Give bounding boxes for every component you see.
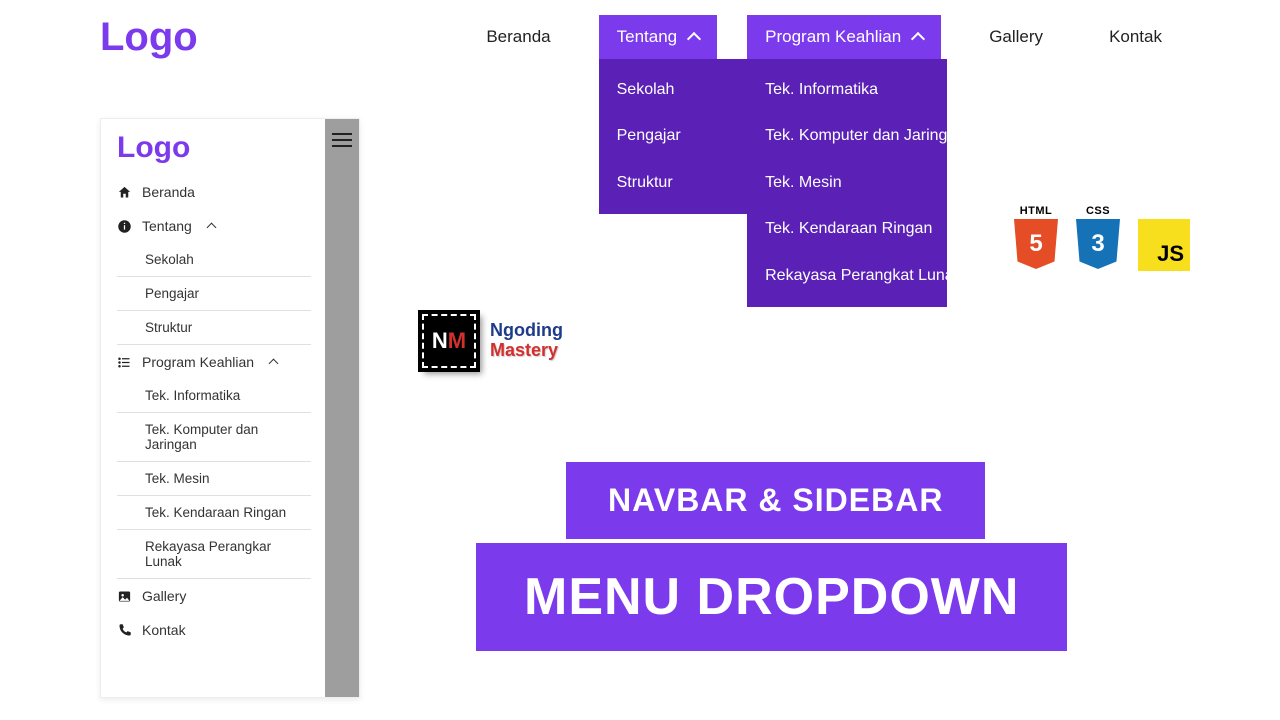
sidebar-logo[interactable]: Logo xyxy=(117,131,343,165)
css-shield-icon: 3 xyxy=(1076,219,1120,269)
dropdown-item[interactable]: Tek. Kendaraan Ringan xyxy=(747,206,947,252)
chevron-up-icon xyxy=(687,32,701,46)
sidebar-item-label: Beranda xyxy=(142,184,195,200)
list-icon xyxy=(117,355,132,370)
info-icon xyxy=(117,219,132,234)
chevron-up-icon xyxy=(269,359,279,369)
channel-text: Ngoding Mastery xyxy=(490,321,563,361)
sidebar-item-label: Kontak xyxy=(142,622,186,638)
sidebar-item-label: Gallery xyxy=(142,588,186,604)
headline-small: NAVBAR & SIDEBAR xyxy=(566,462,985,539)
dropdown-item[interactable]: Sekolah xyxy=(599,67,749,113)
sidebar-sub-item[interactable]: Tek. Informatika xyxy=(117,379,311,413)
tech-html-caption: HTML xyxy=(1020,205,1053,217)
channel-badge: NM Ngoding Mastery xyxy=(420,312,563,370)
dropdown-program: Tek. Informatika Tek. Komputer dan Jarin… xyxy=(747,59,947,307)
sidebar-item-program[interactable]: Program Keahlian xyxy=(117,345,311,379)
sidebar-item-tentang[interactable]: Tentang xyxy=(117,209,311,243)
dropdown-item[interactable]: Rekayasa Perangkat Lunak xyxy=(747,253,947,299)
nav-tentang-label: Tentang xyxy=(617,27,678,47)
nav-tentang[interactable]: Tentang Sekolah Pengajar Struktur xyxy=(599,15,718,59)
dropdown-item[interactable]: Tek. Komputer dan Jaringan xyxy=(747,113,947,159)
tech-css-caption: CSS xyxy=(1086,205,1110,217)
sidebar-item-kontak[interactable]: Kontak xyxy=(117,613,311,647)
dropdown-tentang: Sekolah Pengajar Struktur xyxy=(599,59,749,214)
phone-icon xyxy=(117,623,132,638)
nav-gallery-label: Gallery xyxy=(989,27,1043,46)
sidebar-sub-item[interactable]: Rekayasa Perangkar Lunak xyxy=(117,530,311,579)
channel-mark-m: M xyxy=(448,328,466,354)
nav-program[interactable]: Program Keahlian Tek. Informatika Tek. K… xyxy=(747,15,941,59)
sidebar-panel: Logo Beranda Tentang Sekolah Pengajar St… xyxy=(100,118,360,698)
nav-beranda[interactable]: Beranda xyxy=(468,15,568,59)
nav-kontak-label: Kontak xyxy=(1109,27,1162,46)
sidebar-list: Beranda Tentang Sekolah Pengajar Struktu… xyxy=(101,171,311,647)
nav-beranda-label: Beranda xyxy=(486,27,550,46)
sidebar-item-beranda[interactable]: Beranda xyxy=(117,175,311,209)
js-box-icon: JS xyxy=(1138,219,1190,271)
navbar-logo[interactable]: Logo xyxy=(100,15,198,60)
nav-kontak[interactable]: Kontak xyxy=(1091,15,1180,59)
navbar: Logo Beranda Tentang Sekolah Pengajar St… xyxy=(100,15,1180,60)
sidebar-sub-item[interactable]: Struktur xyxy=(117,311,311,345)
nav-gallery[interactable]: Gallery xyxy=(971,15,1061,59)
sidebar-sub-item[interactable]: Tek. Komputer dan Jaringan xyxy=(117,413,311,462)
sidebar-sub-item[interactable]: Pengajar xyxy=(117,277,311,311)
channel-mark-n: N xyxy=(432,328,448,354)
tech-js-caption xyxy=(1162,205,1166,217)
channel-line2: Mastery xyxy=(490,341,563,361)
sidebar-sub-item[interactable]: Tek. Kendaraan Ringan xyxy=(117,496,311,530)
tech-css: CSS 3 xyxy=(1076,205,1120,269)
home-icon xyxy=(117,185,132,200)
dropdown-item[interactable]: Tek. Mesin xyxy=(747,160,947,206)
sidebar-sub-item[interactable]: Tek. Mesin xyxy=(117,462,311,496)
sidebar-item-label: Program Keahlian xyxy=(142,354,254,370)
sidebar-sub-item[interactable]: Sekolah xyxy=(117,243,311,277)
image-icon xyxy=(117,589,132,604)
dropdown-item[interactable]: Struktur xyxy=(599,160,749,206)
sidebar-item-label: Tentang xyxy=(142,218,192,234)
headline-large: MENU DROPDOWN xyxy=(476,543,1067,651)
tech-html: HTML 5 xyxy=(1014,205,1058,269)
nav-program-label: Program Keahlian xyxy=(765,27,901,47)
html-shield-icon: 5 xyxy=(1014,219,1058,269)
navbar-menu: Beranda Tentang Sekolah Pengajar Struktu… xyxy=(468,15,1180,59)
tech-js: JS xyxy=(1138,205,1190,271)
dropdown-item[interactable]: Tek. Informatika xyxy=(747,67,947,113)
chevron-up-icon xyxy=(911,32,925,46)
chevron-up-icon xyxy=(206,223,216,233)
channel-line1: Ngoding xyxy=(490,321,563,341)
hamburger-icon[interactable] xyxy=(325,119,359,698)
tech-badges: HTML 5 CSS 3 JS xyxy=(1014,205,1190,271)
channel-logo-icon: NM xyxy=(420,312,478,370)
sidebar-item-gallery[interactable]: Gallery xyxy=(117,579,311,613)
dropdown-item[interactable]: Pengajar xyxy=(599,113,749,159)
